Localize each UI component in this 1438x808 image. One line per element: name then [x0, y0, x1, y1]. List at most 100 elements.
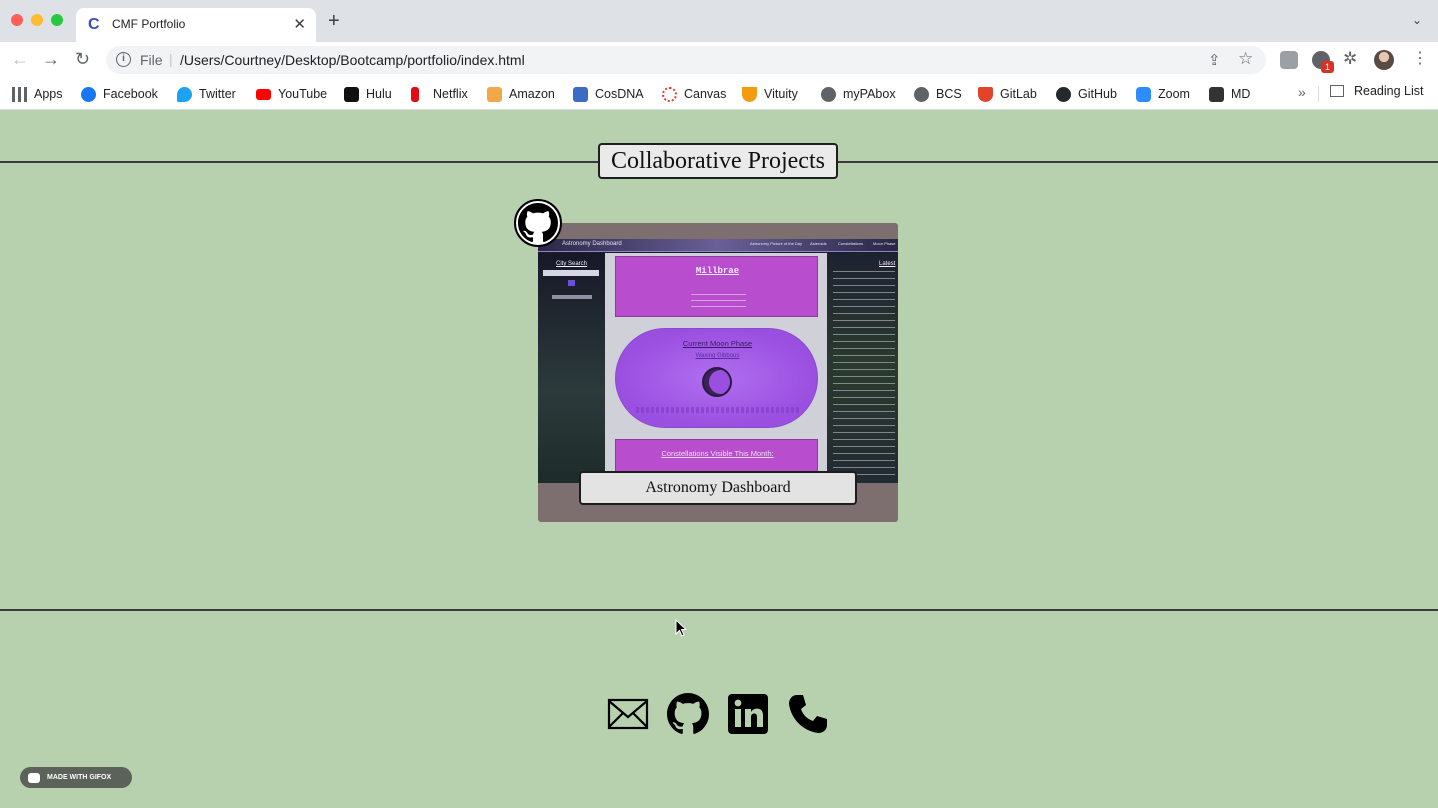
youtube-icon: [256, 88, 271, 100]
phone-link[interactable]: [787, 693, 829, 735]
github-link[interactable]: [667, 693, 709, 735]
share-icon[interactable]: ⇪: [1208, 51, 1221, 69]
tab-favicon-icon: C: [88, 16, 100, 33]
vituity-icon: [742, 86, 757, 102]
tab-title: CMF Portfolio: [112, 17, 186, 31]
bookmark-label: Netflix: [433, 87, 468, 101]
reload-button[interactable]: ↻: [75, 49, 90, 69]
preview-header: Astronomy Dashboard Astronomy Picture of…: [538, 239, 898, 252]
bookmark-mypabox[interactable]: myPAbox: [821, 84, 896, 104]
zoom-icon: [1136, 86, 1151, 102]
preview-header-title: Astronomy Dashboard: [562, 241, 622, 247]
minimize-window-button[interactable]: [31, 14, 43, 26]
forward-button[interactable]: →: [42, 49, 60, 69]
preview-latest-title: Latest: [879, 261, 896, 267]
linkedin-link[interactable]: [727, 693, 769, 735]
project-github-link[interactable]: [514, 199, 562, 247]
preview-weather-details: [691, 294, 746, 312]
bookmark-canvas[interactable]: Canvas: [662, 84, 726, 104]
more-bookmarks-icon[interactable]: »: [1298, 84, 1306, 100]
bookmark-label: Amazon: [509, 87, 555, 101]
reading-list-icon: [1330, 85, 1344, 97]
address-bar[interactable]: i File | /Users/Courtney/Desktop/Bootcam…: [106, 46, 1266, 74]
reading-list-button[interactable]: Reading List: [1330, 84, 1424, 98]
bookmark-label: myPAbox: [843, 87, 896, 101]
bookmark-amazon[interactable]: Amazon: [487, 84, 555, 104]
bookmark-md[interactable]: MD: [1209, 84, 1250, 104]
bookmark-label: Apps: [34, 87, 63, 101]
bookmark-cosdna[interactable]: CosDNA: [573, 84, 644, 104]
bookmark-label: Facebook: [103, 87, 158, 101]
phone-icon: [789, 695, 827, 733]
bookmark-github[interactable]: GitHub: [1056, 84, 1117, 104]
github-icon: [518, 203, 558, 243]
bookmark-zoom[interactable]: Zoom: [1136, 84, 1190, 104]
gifox-label: MADE WITH GIFOX: [47, 774, 112, 781]
github-icon: [667, 693, 709, 734]
preview-sidebar: City Search: [538, 253, 605, 483]
extension-icon[interactable]: [1280, 51, 1298, 69]
preview-news-list: [833, 271, 895, 476]
bookmark-bcs[interactable]: BCS: [914, 84, 962, 104]
cosdna-icon: [573, 86, 588, 102]
bookmark-hulu[interactable]: Hulu: [344, 84, 392, 104]
bookmark-label: GitHub: [1078, 87, 1117, 101]
back-button[interactable]: ←: [11, 49, 29, 69]
preview-header-link: Moon Phase: [873, 241, 896, 246]
profile-avatar[interactable]: [1374, 50, 1394, 70]
preview-header-link: Constellations: [838, 241, 864, 246]
page-content: Collaborative Projects Astronomy Dashboa…: [0, 111, 1438, 808]
email-link[interactable]: [607, 693, 649, 735]
preview-moon-box: Current Moon Phase Waxing Gibbous: [615, 328, 818, 428]
preview-moon-title: Current Moon Phase: [682, 339, 753, 348]
browser-tab[interactable]: C CMF Portfolio ✕: [76, 8, 316, 42]
bookmark-youtube[interactable]: YouTube: [256, 84, 327, 104]
project-card[interactable]: Astronomy Dashboard Astronomy Picture of…: [538, 223, 898, 522]
browser-menu-icon[interactable]: ⋮: [1412, 48, 1428, 68]
url-scheme-label: File: [140, 52, 163, 68]
section-title: Collaborative Projects: [598, 143, 838, 179]
preview-header-link: Asteroids: [810, 241, 827, 246]
browser-toolbar: ← → ↻ i File | /Users/Courtney/Desktop/B…: [0, 42, 1438, 78]
gifox-icon: [28, 772, 40, 783]
zoom-window-button[interactable]: [51, 14, 63, 26]
moon-icon: [702, 367, 732, 397]
bookmark-label: YouTube: [278, 87, 328, 101]
bookmark-gitlab[interactable]: GitLab: [978, 84, 1037, 104]
amazon-icon: [487, 86, 502, 102]
globe-icon: [821, 86, 836, 102]
linkedin-icon: [728, 694, 768, 734]
project-screenshot[interactable]: Astronomy Dashboard Astronomy Picture of…: [538, 239, 898, 483]
url-text[interactable]: /Users/Courtney/Desktop/Bootcamp/portfol…: [180, 52, 525, 68]
gitlab-icon: [978, 86, 993, 102]
facebook-icon: [81, 86, 96, 102]
bookmark-label: Zoom: [1158, 87, 1190, 101]
mail-icon: [607, 698, 649, 730]
bookmark-facebook[interactable]: Facebook: [81, 84, 158, 104]
new-tab-button[interactable]: +: [328, 11, 340, 31]
tab-search-icon[interactable]: ⌄: [1412, 13, 1422, 27]
github-icon: [1056, 86, 1071, 102]
close-window-button[interactable]: [11, 14, 23, 26]
bookmark-apps[interactable]: Apps: [12, 84, 63, 104]
bookmark-label: MD: [1231, 87, 1251, 101]
preview-constellations-title: Constellations Visible This Month:: [661, 449, 774, 458]
preview-search-button: [568, 280, 575, 286]
bookmark-vituity[interactable]: Vituity: [742, 84, 798, 104]
bookmark-label: CosDNA: [595, 87, 644, 101]
extensions-puzzle-icon[interactable]: ✲: [1343, 49, 1357, 69]
netflix-icon: [411, 86, 419, 102]
bookmark-netflix[interactable]: Netflix: [411, 84, 468, 104]
bookmark-label: Canvas: [684, 87, 727, 101]
bookmark-twitter[interactable]: Twitter: [177, 84, 236, 104]
project-caption-button[interactable]: Astronomy Dashboard: [579, 471, 857, 505]
url-separator: |: [169, 51, 173, 67]
close-tab-icon[interactable]: ✕: [293, 15, 306, 33]
bookmarks-divider: [1318, 86, 1319, 102]
preview-clear-button: [552, 295, 592, 299]
bookmark-star-icon[interactable]: ☆: [1238, 49, 1253, 69]
hulu-icon: [344, 86, 359, 102]
site-info-icon[interactable]: i: [116, 52, 131, 67]
preview-main: Millbrae Current Moon Phase Waxing Gibbo…: [605, 253, 827, 483]
bookmark-label: GitLab: [1000, 87, 1037, 101]
